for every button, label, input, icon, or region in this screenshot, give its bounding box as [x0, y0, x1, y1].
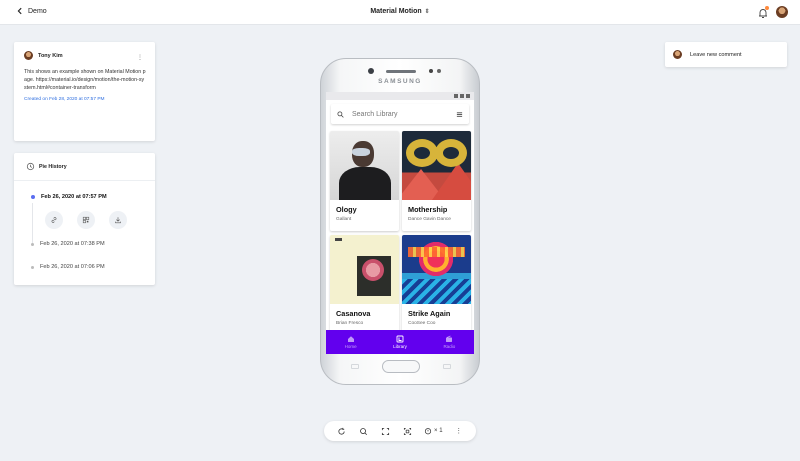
radio-icon — [446, 335, 453, 342]
album-artist: Brian Fresco — [336, 321, 364, 326]
timeline-dot — [31, 242, 34, 246]
library-search-bar[interactable]: Search Library — [331, 104, 469, 124]
album-cover — [330, 235, 399, 304]
notification-dot — [765, 6, 769, 10]
comment-card: Tony Kim ⋮ This shows an example shown o… — [14, 42, 155, 141]
recent-apps-key[interactable] — [351, 364, 359, 369]
playback-speed-label: × 1 — [434, 428, 443, 434]
history-title: Pie History — [39, 163, 67, 170]
fullscreen-icon — [382, 427, 390, 435]
speaker-grille — [386, 70, 416, 73]
battery-icon — [466, 94, 470, 98]
sensor-icon — [437, 69, 441, 73]
page-title[interactable]: Material Motion ⇕ — [0, 8, 800, 15]
fit-screen-button[interactable] — [402, 425, 414, 437]
commenter-avatar — [673, 50, 682, 59]
restart-button[interactable] — [335, 425, 347, 437]
library-icon — [396, 335, 404, 343]
history-item[interactable]: Feb 26, 2020 at 07:57 PM — [31, 194, 107, 200]
album-title: Strike Again — [408, 309, 451, 318]
album-cover — [402, 131, 471, 200]
album-card[interactable]: Mothership Dance Gavin Dance — [402, 131, 471, 231]
album-title: Mothership — [408, 205, 448, 214]
album-cover — [402, 235, 471, 304]
replay-button[interactable] — [357, 425, 369, 437]
playback-speed-button[interactable]: × 1 — [424, 427, 443, 435]
album-title: Ology — [336, 205, 357, 214]
user-avatar[interactable] — [776, 6, 788, 18]
nav-home[interactable]: Home — [326, 330, 375, 354]
history-item-label: Feb 26, 2020 at 07:57 PM — [41, 194, 107, 200]
history-item[interactable]: Feb 26, 2020 at 07:06 PM — [31, 264, 105, 270]
nav-radio-label: Radio — [443, 344, 456, 349]
top-bar: Demo Material Motion ⇕ — [0, 0, 800, 25]
copy-link-button[interactable] — [45, 211, 63, 229]
album-card[interactable]: Ology Gallant — [330, 131, 399, 231]
phone-screen: Search Library Ology Gallant Mothership … — [326, 92, 474, 354]
leave-comment-label: Leave new comment — [690, 51, 742, 58]
album-artist: CooSee Coo — [408, 321, 436, 326]
nav-library[interactable]: Library — [375, 330, 424, 354]
qr-code-icon — [82, 216, 90, 224]
signal-icon — [454, 94, 458, 98]
home-hardware-button[interactable] — [382, 360, 420, 373]
timer-icon — [424, 428, 432, 435]
album-title: Casanova — [336, 309, 371, 318]
nav-radio[interactable]: Radio — [425, 330, 474, 354]
comment-author: Tony Kim — [38, 52, 63, 59]
phone-brand: SAMSUNG — [378, 78, 422, 85]
history-header: Pie History — [14, 153, 155, 181]
fullscreen-button[interactable] — [380, 425, 392, 437]
chevron-updown-icon: ⇕ — [424, 9, 430, 15]
history-item-label: Feb 26, 2020 at 07:06 PM — [40, 264, 105, 270]
history-actions — [45, 211, 127, 229]
list-view-icon[interactable] — [456, 111, 463, 118]
timeline-dot — [31, 265, 34, 269]
bottom-navigation: Home Library Radio — [326, 330, 474, 354]
history-timeline-line — [32, 203, 33, 243]
history-icon — [26, 162, 35, 171]
author-avatar — [24, 51, 33, 60]
preview-toolbar: × 1 ⋮ — [324, 421, 476, 441]
more-options-button[interactable]: ⋮ — [453, 425, 465, 437]
sensor-icon — [429, 69, 433, 73]
search-placeholder: Search Library — [352, 110, 398, 118]
album-card[interactable]: Casanova Brian Fresco — [330, 235, 399, 335]
album-cover — [330, 131, 399, 200]
camera-icon — [368, 68, 374, 74]
notifications-button[interactable] — [757, 6, 769, 18]
history-item-label: Feb 26, 2020 at 07:38 PM — [40, 241, 105, 247]
comment-header: Tony Kim — [24, 51, 145, 60]
link-icon — [51, 217, 57, 223]
history-card: Pie History Feb 26, 2020 at 07:57 PM Feb… — [14, 153, 155, 285]
qr-code-button[interactable] — [77, 211, 95, 229]
history-item[interactable]: Feb 26, 2020 at 07:38 PM — [31, 241, 105, 247]
wifi-icon — [460, 94, 464, 98]
album-artist: Gallant — [336, 217, 352, 222]
nav-home-label: Home — [344, 344, 357, 349]
album-card[interactable]: Strike Again CooSee Coo — [402, 235, 471, 335]
comment-date: Created on Feb 28, 2020 at 07:57 PM — [24, 97, 105, 102]
home-icon — [347, 336, 354, 342]
album-artist: Dance Gavin Dance — [408, 217, 451, 222]
back-key[interactable] — [443, 364, 451, 369]
timeline-dot — [31, 195, 35, 199]
download-icon — [115, 217, 121, 224]
status-bar — [326, 92, 474, 100]
nav-library-label: Library — [393, 344, 407, 349]
search-refresh-icon — [359, 427, 367, 435]
search-icon — [337, 110, 344, 118]
fit-screen-icon — [404, 427, 412, 435]
leave-comment-button[interactable]: Leave new comment — [665, 42, 787, 67]
refresh-icon — [338, 427, 345, 435]
page-title-text: Material Motion — [370, 8, 422, 15]
comment-body: This shows an example shown on Material … — [24, 69, 146, 91]
download-button[interactable] — [109, 211, 127, 229]
comment-menu-icon[interactable]: ⋮ — [137, 54, 143, 61]
more-vert-icon: ⋮ — [455, 428, 463, 435]
